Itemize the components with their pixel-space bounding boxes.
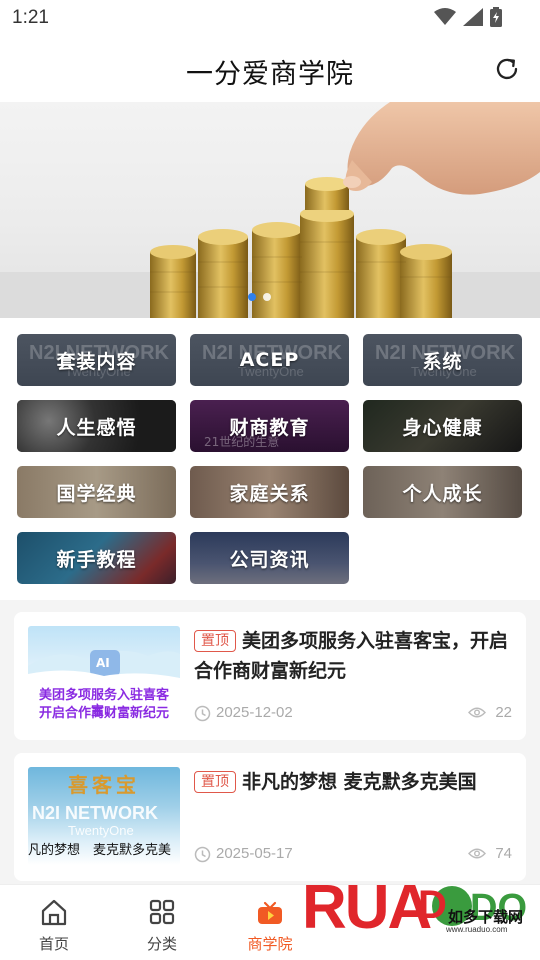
category-shenxin[interactable]: 身心健康 [363, 400, 522, 452]
pinned-badge: 置顶 [194, 771, 236, 793]
category-xinshou[interactable]: 新手教程 [17, 532, 176, 584]
thumbnail-brand: 喜客宝 [68, 773, 140, 797]
news-title: 置顶 非凡的梦想 麦克默多克美国 [194, 767, 512, 797]
category-xitong[interactable]: N2I NETWORK TwentyOne 系统 [363, 334, 522, 386]
banner-carousel[interactable] [0, 102, 540, 318]
refresh-icon[interactable] [494, 56, 520, 82]
eye-icon [468, 848, 486, 859]
thumbnail-network-sub: TwentyOne [68, 823, 134, 838]
category-label: 财商教育 [229, 416, 310, 439]
thumbnail-caption: 凡的梦想 麦克默多克美 [28, 843, 172, 858]
clock-icon [194, 846, 211, 863]
category-label: 人生感悟 [56, 416, 137, 439]
category-label: 家庭关系 [229, 482, 310, 505]
thumbnail-caption-2: 开启合作商财富新纪元 [38, 706, 169, 721]
category-chengzhang[interactable]: 个人成长 [363, 466, 522, 518]
category-label: 身心健康 [402, 416, 483, 439]
thumbnail-tag: AI [96, 656, 110, 670]
status-bar: 1:21 [0, 0, 540, 36]
carousel-dots [248, 293, 271, 301]
grid-icon [149, 899, 175, 925]
category-label: 系统 [422, 350, 463, 373]
carousel-dot-active [248, 293, 256, 301]
news-card[interactable]: AI 美团多项服务入驻喜客宝， 开启合作商财富新纪元 置顶 美团多项服务入驻喜客宝… [14, 612, 526, 740]
category-label: 新手教程 [56, 548, 137, 571]
tab-category[interactable]: 分类 [108, 897, 216, 954]
category-label: ACEP [239, 349, 300, 371]
news-title-text: 美团多项服务入驻喜客宝，开启合作商财富新纪元 [194, 630, 509, 682]
watermark-url: www.ruaduo.com [446, 925, 508, 934]
category-taozhuang[interactable]: N2I NETWORK TwentyOne 套装内容 [17, 334, 176, 386]
news-date: 2025-05-17 [216, 845, 293, 862]
category-gongsi[interactable]: 公司资讯 [190, 532, 349, 584]
app-header: 一分爱商学院 [0, 36, 540, 102]
banner-image [0, 102, 540, 318]
category-jiating[interactable]: 家庭关系 [190, 466, 349, 518]
clock-icon [194, 705, 211, 722]
news-title: 置顶 美团多项服务入驻喜客宝，开启合作商财富新纪元 [194, 626, 512, 686]
eye-icon [468, 707, 486, 718]
category-acep[interactable]: N2I NETWORK TwentyOne ACEP [190, 334, 349, 386]
news-title-text: 非凡的梦想 麦克默多克美国 [242, 771, 477, 793]
carousel-dot [263, 293, 271, 301]
category-label: 个人成长 [402, 482, 483, 505]
battery-icon [490, 7, 502, 27]
watermark-sub: 如多下载网 [448, 908, 524, 926]
news-thumbnail: AI 美团多项服务入驻喜客宝， 开启合作商财富新纪元 [28, 626, 180, 724]
page-title: 一分爱商学院 [186, 59, 354, 90]
category-label: 国学经典 [56, 482, 137, 505]
news-date: 2025-12-02 [216, 704, 293, 721]
category-rensheng[interactable]: 人生感悟 [17, 400, 176, 452]
news-views: 22 [495, 704, 512, 721]
tab-label: 分类 [146, 935, 177, 953]
category-label: 公司资讯 [229, 548, 310, 571]
category-label: 套装内容 [56, 350, 137, 373]
category-grid: N2I NETWORK TwentyOne 套装内容 N2I NETWORK T… [0, 318, 540, 600]
tv-icon [258, 901, 282, 924]
status-time: 1:21 [12, 7, 49, 28]
thumbnail-network: N2I NETWORK [32, 803, 158, 823]
svg-text:D: D [418, 883, 447, 927]
status-icons [434, 7, 502, 27]
news-thumbnail: 喜客宝 N2I NETWORK TwentyOne 凡的梦想 麦克默多克美 [28, 767, 180, 865]
category-guoxue[interactable]: 国学经典 [17, 466, 176, 518]
pinned-badge: 置顶 [194, 630, 236, 652]
category-caishang[interactable]: 21世纪的生意 财商教育 [190, 400, 349, 452]
wifi-icon [434, 8, 456, 25]
svg-text:RUA: RUA [302, 873, 432, 942]
tab-home[interactable]: 首页 [0, 897, 108, 954]
tab-label: 首页 [38, 935, 69, 953]
signal-icon [463, 8, 483, 26]
home-icon [41, 899, 67, 926]
news-meta: 2025-12-02 22 [194, 704, 512, 724]
site-watermark: RUA DO D 如多下载网 www.ruaduo.com [300, 862, 540, 960]
news-views: 74 [495, 845, 512, 862]
